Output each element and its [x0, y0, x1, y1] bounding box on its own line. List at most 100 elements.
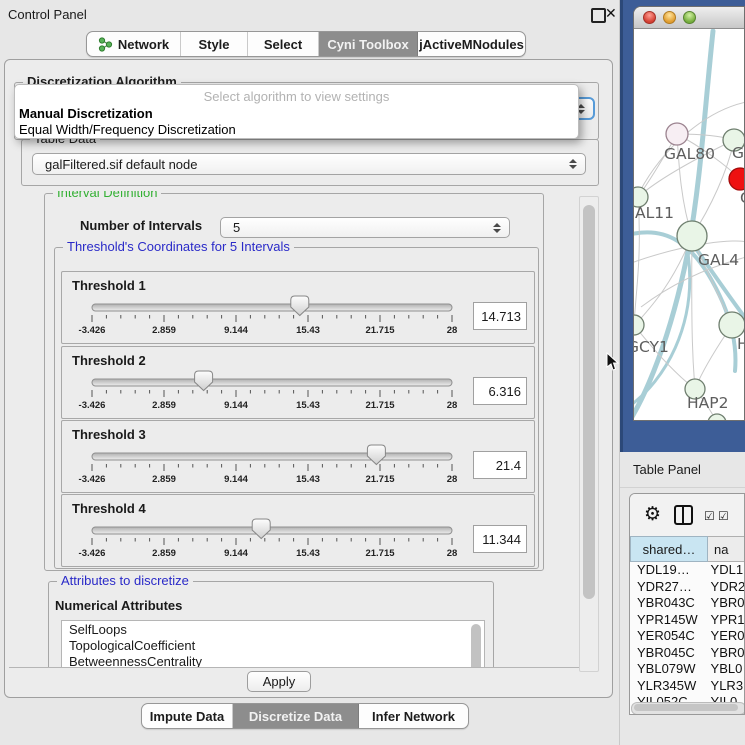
- threshold-label: Threshold 1: [72, 278, 146, 293]
- network-node-label: GAL4: [698, 251, 739, 269]
- checkbox-icon[interactable]: ☑: [718, 509, 729, 523]
- cell-name: YBR0: [707, 595, 745, 612]
- threshold-slider[interactable]: -3.4262.8599.14415.4321.71528: [62, 443, 464, 487]
- network-node-green[interactable]: [634, 315, 644, 335]
- table-header-row: shared… na: [630, 536, 745, 562]
- column-header-name[interactable]: na: [708, 536, 745, 562]
- svg-text:9.144: 9.144: [224, 548, 248, 559]
- threshold-value-field[interactable]: 21.4: [473, 451, 527, 479]
- threshold-slider-thumb[interactable]: [291, 296, 309, 316]
- threshold-slider-track[interactable]: [92, 527, 452, 534]
- network-window-titlebar[interactable]: [634, 7, 745, 29]
- threshold-slider-thumb[interactable]: [252, 519, 270, 539]
- minimize-traffic-light[interactable]: [663, 11, 676, 24]
- table-panel-card: ⚙ ☑ ☑ shared… na YDL19…YDL1YDR27…YDR2YBR…: [629, 493, 745, 715]
- attribute-list-item[interactable]: TopologicalCoefficient: [62, 637, 484, 653]
- svg-text:15.43: 15.43: [296, 325, 320, 336]
- tab-jactivemnodules-label: jActiveMNodules: [419, 37, 524, 52]
- popup-item-equal-width-frequency[interactable]: Equal Width/Frequency Discretization: [19, 122, 236, 137]
- svg-text:-3.426: -3.426: [79, 548, 106, 559]
- network-view-window[interactable]: GAL80G.GAL11CGAL4GCY1HHAP2: [633, 6, 745, 421]
- svg-text:15.43: 15.43: [296, 400, 320, 411]
- svg-text:21.715: 21.715: [365, 548, 395, 559]
- number-of-intervals-combobox[interactable]: 5: [220, 217, 510, 238]
- columns-icon[interactable]: [674, 505, 693, 525]
- threshold-value-field[interactable]: 14.713: [473, 302, 527, 330]
- svg-text:2.859: 2.859: [152, 474, 176, 485]
- table-row[interactable]: YBR043CYBR0: [630, 595, 745, 612]
- float-window-icon[interactable]: [591, 8, 606, 23]
- attribute-list-item[interactable]: BetweennessCentrality: [62, 653, 484, 668]
- table-body: YDL19…YDL1YDR27…YDR2YBR043CYBR0YPR145WYP…: [630, 562, 745, 711]
- attributes-group: Attributes to discretize Numerical Attri…: [48, 581, 494, 668]
- close-icon[interactable]: ✕: [605, 5, 617, 22]
- tab-jactivemnodules[interactable]: jActiveMNodules: [418, 32, 525, 56]
- attribute-list-item[interactable]: SelfLoops: [62, 621, 484, 637]
- panel-scrollbar-thumb[interactable]: [583, 205, 595, 599]
- checkbox-icon[interactable]: ☑: [704, 509, 715, 523]
- control-panel-titlebar: Control Panel ✕: [0, 0, 620, 28]
- network-node-label: C: [740, 189, 745, 207]
- table-row[interactable]: YER054CYER0: [630, 628, 745, 645]
- tab-style-label: Style: [198, 37, 229, 52]
- zoom-traffic-light[interactable]: [683, 11, 696, 24]
- cell-name: YBR0: [707, 645, 745, 662]
- cell-shared-name: YDL19…: [630, 562, 707, 579]
- network-node-green[interactable]: [708, 414, 726, 421]
- tab-cyni-toolbox[interactable]: Cyni Toolbox: [319, 32, 418, 56]
- threshold-label: Threshold 4: [72, 501, 146, 516]
- table-row[interactable]: YLR345WYLR3: [630, 678, 745, 695]
- close-traffic-light[interactable]: [643, 11, 656, 24]
- network-icon: [98, 37, 113, 52]
- table-row[interactable]: YDL19…YDL1: [630, 562, 745, 579]
- network-canvas[interactable]: GAL80G.GAL11CGAL4GCY1HHAP2: [634, 29, 745, 421]
- svg-text:-3.426: -3.426: [79, 400, 106, 411]
- threshold-value-field[interactable]: 11.344: [473, 525, 527, 553]
- interval-definition-group: Interval Definition Number of Intervals …: [44, 193, 544, 571]
- table-row[interactable]: YDR27…YDR2: [630, 579, 745, 596]
- cell-shared-name: YDR27…: [630, 579, 707, 596]
- tab-network[interactable]: Network: [87, 32, 181, 56]
- threshold-slider-track[interactable]: [92, 453, 452, 460]
- tab-impute-data[interactable]: Impute Data: [142, 704, 233, 728]
- tab-select[interactable]: Select: [248, 32, 319, 56]
- network-edge[interactable]: [692, 236, 695, 389]
- threshold-slider[interactable]: -3.4262.8599.14415.4321.71528: [62, 369, 464, 413]
- tab-style[interactable]: Style: [181, 32, 248, 56]
- network-node-green[interactable]: [677, 221, 707, 251]
- table-row[interactable]: YBR045CYBR0: [630, 645, 745, 662]
- network-node-pink[interactable]: [666, 123, 688, 145]
- attributes-group-title: Attributes to discretize: [57, 573, 193, 588]
- tab-discretize-data[interactable]: Discretize Data: [233, 704, 359, 728]
- thresholds-group-title: Threshold's Coordinates for 5 Intervals: [63, 239, 294, 254]
- threshold-slider-track[interactable]: [92, 379, 452, 386]
- table-hscrollbar[interactable]: [631, 702, 745, 715]
- threshold-slider[interactable]: -3.4262.8599.14415.4321.71528: [62, 294, 464, 338]
- threshold-slider-thumb[interactable]: [195, 371, 213, 391]
- gear-icon[interactable]: ⚙: [644, 503, 661, 526]
- svg-text:-3.426: -3.426: [79, 325, 106, 336]
- threshold-value-field[interactable]: 6.316: [473, 377, 527, 405]
- threshold-slider-thumb[interactable]: [367, 445, 385, 465]
- tab-infer-network[interactable]: Infer Network: [359, 704, 468, 728]
- list-scrollbar[interactable]: [471, 624, 481, 668]
- table-panel-titlebar: Table Panel: [620, 452, 745, 488]
- threshold-slider-track[interactable]: [92, 304, 452, 311]
- column-header-shared[interactable]: shared…: [630, 536, 708, 562]
- apply-button[interactable]: Apply: [247, 671, 311, 692]
- table-row[interactable]: YBL079WYBL0: [630, 661, 745, 678]
- table-hscrollbar-thumb[interactable]: [634, 704, 738, 711]
- cell-name: YBL0: [707, 661, 745, 678]
- popup-item-manual-discretization[interactable]: Manual Discretization: [19, 106, 153, 121]
- threshold-slider[interactable]: -3.4262.8599.14415.4321.71528: [62, 517, 464, 561]
- svg-text:28: 28: [447, 548, 458, 559]
- svg-text:21.715: 21.715: [365, 400, 395, 411]
- network-node-red[interactable]: [729, 168, 745, 190]
- table-data-combobox[interactable]: galFiltered.sif default node: [32, 153, 586, 175]
- table-row[interactable]: YPR145WYPR1: [630, 612, 745, 629]
- cell-shared-name: YER054C: [630, 628, 707, 645]
- panel-scrollbar[interactable]: [579, 196, 599, 672]
- cell-shared-name: YBL079W: [630, 661, 707, 678]
- cell-shared-name: YBR045C: [630, 645, 707, 662]
- svg-text:9.144: 9.144: [224, 325, 248, 336]
